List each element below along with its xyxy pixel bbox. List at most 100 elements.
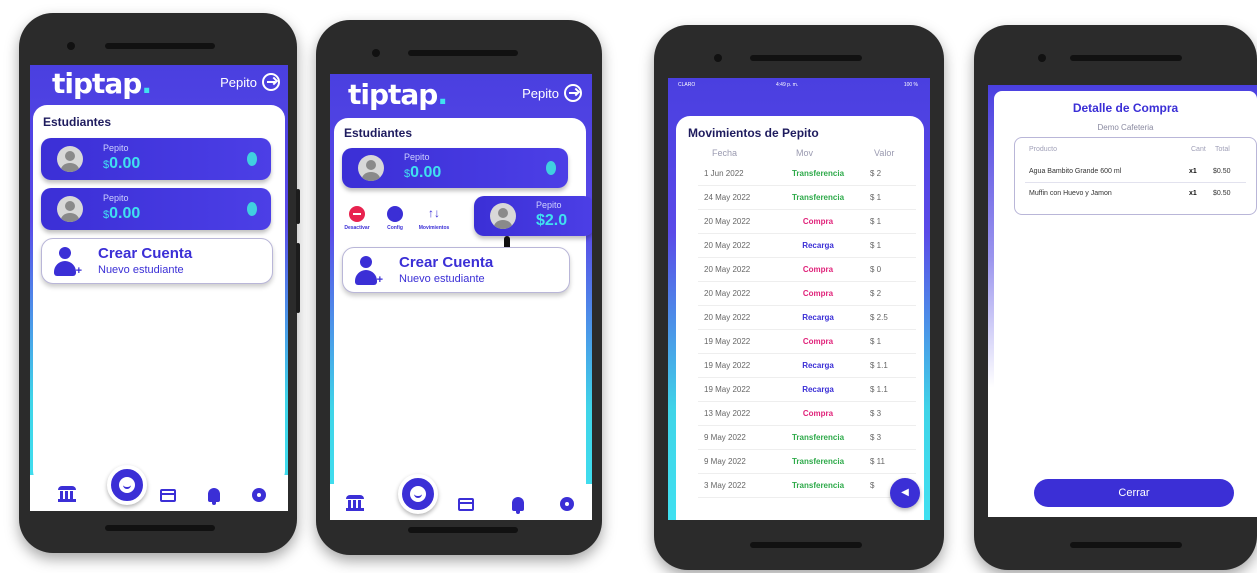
stage: tiptap. Pepito Estudiantes Pepito $0.00 … (0, 0, 1257, 573)
camera-icon (1038, 54, 1046, 62)
section-title: Estudiantes (344, 126, 413, 140)
student-name: Pepito (536, 200, 562, 210)
speaker-grille (408, 50, 518, 56)
movements-card: Movimientos de Pepito Fecha Mov Valor 1 … (676, 116, 924, 520)
movement-value: $ 2.5 (870, 313, 888, 322)
gear-icon[interactable] (252, 488, 266, 502)
bank-icon[interactable] (346, 495, 364, 511)
action-label: Movimientos (418, 225, 450, 231)
student-card[interactable]: Pepito $0.00 (342, 148, 568, 188)
item-qty: x1 (1189, 168, 1197, 175)
movement-row[interactable]: 3 May 2022 Transferencia $ (698, 474, 916, 498)
avatar (358, 155, 384, 181)
movement-value: $ 3 (870, 409, 882, 418)
status-battery: 100 % (903, 82, 918, 88)
movement-date: 1 Jun 2022 (704, 169, 744, 178)
movement-row[interactable]: 20 May 2022 Recarga $ 2.5 (698, 306, 916, 330)
speaker-grille (1070, 55, 1182, 61)
home-face-button[interactable] (398, 474, 438, 514)
item-product: Muffin con Huevo y Jamon (1029, 190, 1112, 197)
close-button[interactable]: Cerrar (1034, 479, 1234, 507)
movement-date: 20 May 2022 (704, 217, 751, 226)
add-user-icon: + (353, 256, 383, 286)
item-qty: x1 (1189, 190, 1197, 197)
students-card: Estudiantes Pepito $0.00 Pepito $0.00 + … (33, 105, 285, 485)
movement-row[interactable]: 20 May 2022 Compra $ 2 (698, 282, 916, 306)
movement-row[interactable]: 1 Jun 2022 Transferencia $ 2 (698, 162, 916, 186)
phone-movements: CLARO 4:49 p. m. 100 % Movimientos de Pe… (654, 25, 944, 570)
user-name: Pepito (220, 74, 257, 90)
header-total: Total (1215, 146, 1230, 153)
gear-icon[interactable] (560, 497, 574, 511)
movement-value: $ 2 (870, 169, 882, 178)
purchase-detail-card: Detalle de Compra Demo Cafeteria Product… (994, 91, 1257, 517)
bank-icon[interactable] (58, 486, 76, 502)
movement-row[interactable]: 19 May 2022 Compra $ 1 (698, 330, 916, 354)
back-button[interactable]: ◀ (890, 478, 920, 508)
movement-row[interactable]: 9 May 2022 Transferencia $ 3 (698, 426, 916, 450)
card-icon[interactable] (458, 498, 474, 511)
arrows-updown-icon: ↑↓ (428, 206, 440, 220)
bell-icon[interactable] (512, 497, 524, 514)
student-card[interactable]: Pepito $0.00 (41, 188, 271, 230)
card-icon[interactable] (160, 489, 176, 502)
items-table: Producto Cant Total Agua Bambito Grande … (1014, 137, 1257, 215)
create-account-button[interactable]: + Crear Cuenta Nuevo estudiante (41, 238, 273, 284)
movement-value: $ 1 (870, 217, 882, 226)
bottom-nav (330, 474, 592, 520)
item-total: $0.50 (1213, 190, 1231, 197)
movement-row[interactable]: 20 May 2022 Compra $ 1 (698, 210, 916, 234)
screen: tiptap. Pepito Estudiantes Pepito $0.00 … (330, 74, 592, 520)
screen: Detalle de Compra Demo Cafeteria Product… (988, 85, 1257, 517)
bell-icon[interactable] (208, 488, 220, 505)
movement-value: $ 1 (870, 241, 882, 250)
movement-value: $ 1.1 (870, 361, 888, 370)
student-card[interactable]: Pepito $0.00 (41, 138, 271, 180)
movement-row[interactable]: 9 May 2022 Transferencia $ 11 (698, 450, 916, 474)
student-balance: $0.00 (103, 155, 141, 172)
config-button[interactable]: Config (380, 206, 410, 231)
movement-date: 20 May 2022 (704, 313, 751, 322)
deactivate-button[interactable]: Desactivar (340, 206, 374, 231)
add-user-icon: + (52, 247, 82, 277)
phone-students: tiptap. Pepito Estudiantes Pepito $0.00 … (19, 13, 300, 553)
movement-date: 19 May 2022 (704, 385, 751, 394)
home-bar (408, 527, 518, 533)
create-subtitle: Nuevo estudiante (399, 273, 485, 285)
section-title: Estudiantes (43, 115, 112, 129)
movement-row[interactable]: 24 May 2022 Transferencia $ 1 (698, 186, 916, 210)
student-name: Pepito (103, 143, 129, 153)
home-face-button[interactable] (107, 465, 147, 505)
swiped-student-card[interactable]: Pepito $2.0 (474, 196, 592, 236)
logout-icon (564, 84, 582, 102)
movement-row[interactable]: 20 May 2022 Recarga $ 1 (698, 234, 916, 258)
avatar (57, 146, 83, 172)
movement-type: Compra (802, 409, 834, 418)
phone-actions: tiptap. Pepito Estudiantes Pepito $0.00 … (316, 20, 602, 555)
movement-type: Transferencia (791, 193, 845, 202)
header-mov: Mov (796, 148, 814, 158)
movement-date: 20 May 2022 (704, 289, 751, 298)
movement-value: $ 11 (870, 457, 885, 466)
movement-row[interactable]: 13 May 2022 Compra $ 3 (698, 402, 916, 426)
movement-type: Transferencia (791, 169, 845, 178)
avatar (490, 203, 516, 229)
movement-type: Compra (802, 217, 834, 226)
app-logo: tiptap. (52, 67, 152, 100)
header-product: Producto (1029, 146, 1058, 153)
movement-row[interactable]: 19 May 2022 Recarga $ 1.1 (698, 354, 916, 378)
movement-row[interactable]: 20 May 2022 Compra $ 0 (698, 258, 916, 282)
movements-button[interactable]: ↑↓ Movimientos (414, 204, 454, 231)
user-logout-link[interactable]: Pepito (522, 84, 582, 102)
user-logout-link[interactable]: Pepito (220, 73, 280, 91)
movement-row[interactable]: 19 May 2022 Recarga $ 1.1 (698, 378, 916, 402)
movement-value: $ 1.1 (870, 385, 888, 394)
gear-icon (387, 206, 403, 222)
create-account-button[interactable]: + Crear Cuenta Nuevo estudiante (342, 247, 570, 293)
detail-subtitle: Demo Cafeteria (1097, 123, 1154, 132)
app-logo: tiptap. (348, 78, 448, 111)
screen: tiptap. Pepito Estudiantes Pepito $0.00 … (30, 65, 288, 511)
create-title: Crear Cuenta (98, 245, 193, 262)
status-time: 4:49 p. m. (776, 82, 799, 88)
movement-date: 20 May 2022 (704, 241, 751, 250)
